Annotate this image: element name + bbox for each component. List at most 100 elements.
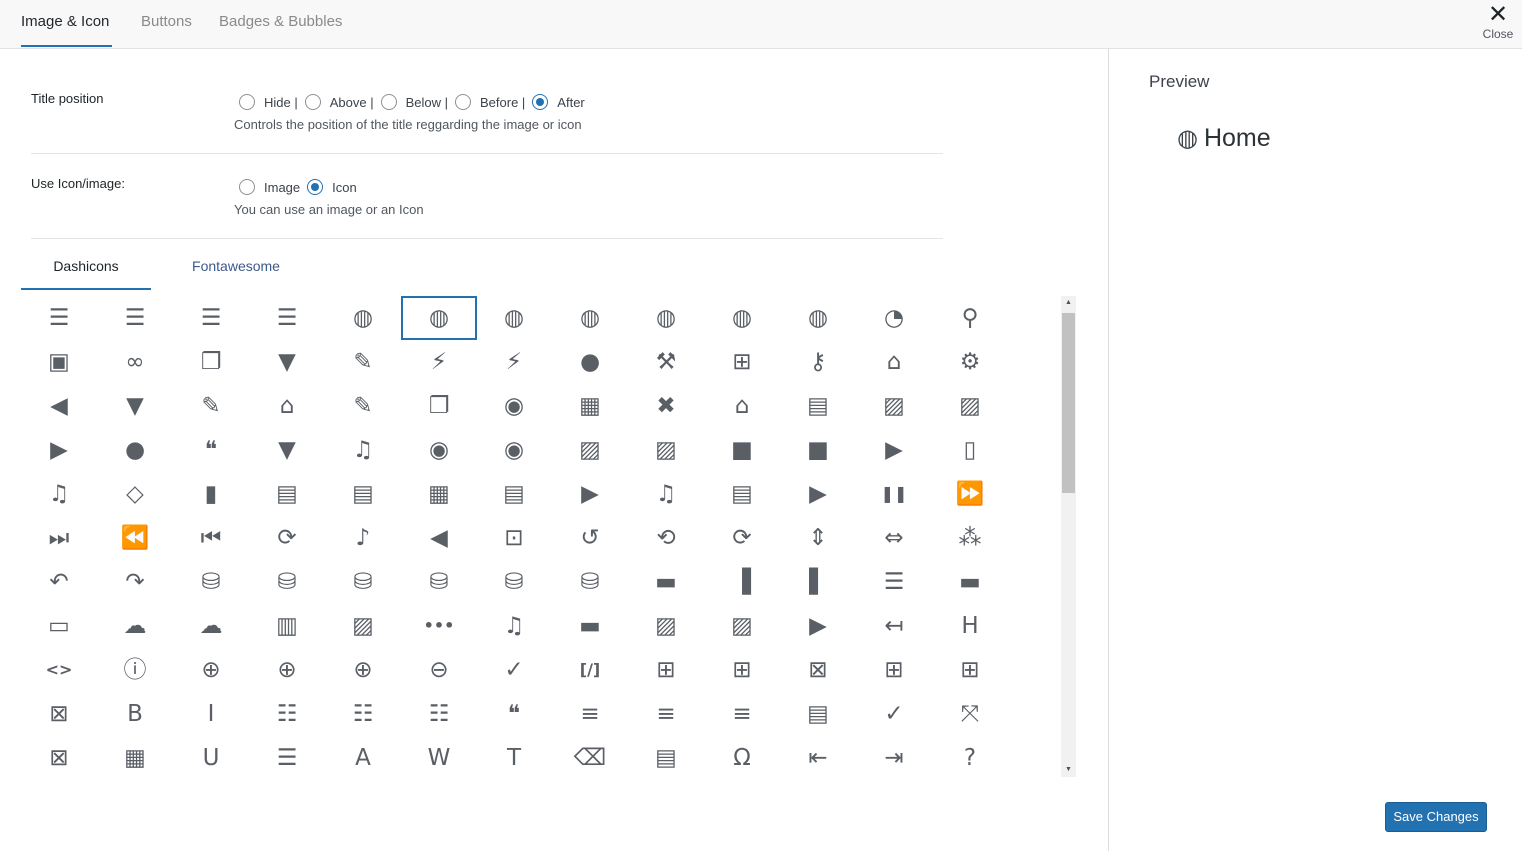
icon-cell[interactable]: ☰ bbox=[249, 296, 325, 340]
icon-cell[interactable]: ⚒ bbox=[628, 340, 704, 384]
icon-cell[interactable]: ◉ bbox=[476, 428, 552, 472]
icon-cell[interactable]: T bbox=[476, 736, 552, 778]
icon-cell[interactable]: ◍ bbox=[780, 296, 856, 340]
icon-cell[interactable]: ☁ bbox=[173, 604, 249, 648]
icon-cell[interactable]: ▨ bbox=[704, 604, 780, 648]
icon-cell[interactable]: ▨ bbox=[856, 384, 932, 428]
icon-cell[interactable]: A bbox=[325, 736, 401, 778]
icon-cell[interactable]: ↶ bbox=[21, 560, 97, 604]
icon-cell[interactable]: ◍ bbox=[325, 296, 401, 340]
icon-cell[interactable]: ⊖ bbox=[401, 648, 477, 692]
icon-cell[interactable]: ▥ bbox=[249, 604, 325, 648]
icon-cell[interactable]: ⏮ bbox=[173, 516, 249, 560]
icon-cell[interactable]: ▌ bbox=[780, 560, 856, 604]
icon-cell[interactable]: ♫ bbox=[325, 428, 401, 472]
icon-cell[interactable]: ≡ bbox=[704, 692, 780, 736]
icon-cell[interactable]: ••• bbox=[401, 604, 477, 648]
icon-cell[interactable]: ▣ bbox=[21, 340, 97, 384]
icon-cell[interactable]: ◍ bbox=[401, 296, 477, 340]
icon-cell[interactable]: ⤧ bbox=[932, 692, 1008, 736]
icon-cell[interactable]: <> bbox=[21, 648, 97, 692]
icon-cell[interactable]: ⟳ bbox=[249, 516, 325, 560]
radio-above[interactable] bbox=[304, 94, 321, 110]
icon-cell[interactable]: ◇ bbox=[97, 472, 173, 516]
scroll-up-arrow-icon[interactable]: ▲ bbox=[1061, 296, 1076, 310]
icon-cell[interactable]: ♫ bbox=[476, 604, 552, 648]
radio-after[interactable] bbox=[532, 94, 549, 110]
icon-cell[interactable]: ⊕ bbox=[249, 648, 325, 692]
icon-cell[interactable]: ✎ bbox=[325, 384, 401, 428]
save-changes-button[interactable]: Save Changes bbox=[1385, 802, 1487, 832]
icon-cell[interactable]: ☰ bbox=[21, 296, 97, 340]
scroll-down-arrow-icon[interactable]: ▼ bbox=[1061, 763, 1076, 777]
icon-cell[interactable]: ❝ bbox=[173, 428, 249, 472]
icon-cell[interactable]: ⌫ bbox=[552, 736, 628, 778]
icon-cell[interactable]: ✓ bbox=[476, 648, 552, 692]
icon-cell[interactable]: ✎ bbox=[173, 384, 249, 428]
icon-cell[interactable]: ◔ bbox=[856, 296, 932, 340]
icon-grid-scrollbar[interactable]: ▲ ▼ bbox=[1061, 296, 1076, 777]
scrollbar-thumb[interactable] bbox=[1062, 313, 1075, 493]
icon-cell[interactable]: ▤ bbox=[249, 472, 325, 516]
icon-cell[interactable]: ▤ bbox=[325, 472, 401, 516]
icon-cell[interactable]: ⌂ bbox=[249, 384, 325, 428]
icon-cell[interactable]: ⛁ bbox=[401, 560, 477, 604]
icon-cell[interactable]: ☰ bbox=[97, 296, 173, 340]
icon-cell[interactable]: ◀ bbox=[401, 516, 477, 560]
icon-cell[interactable]: ♫ bbox=[628, 472, 704, 516]
icon-cell[interactable]: ▨ bbox=[628, 604, 704, 648]
icon-cell[interactable]: ▮ bbox=[173, 472, 249, 516]
icon-cell[interactable]: ▨ bbox=[932, 384, 1008, 428]
icon-cell[interactable]: ▶ bbox=[780, 472, 856, 516]
icon-cell[interactable]: ▤ bbox=[476, 472, 552, 516]
icon-cell[interactable]: B bbox=[97, 692, 173, 736]
tab-badges-bubbles[interactable]: Badges & Bubbles bbox=[219, 0, 342, 47]
radio-below[interactable] bbox=[380, 94, 397, 110]
icon-cell[interactable]: ◀ bbox=[21, 384, 97, 428]
icon-cell[interactable]: ☷ bbox=[249, 692, 325, 736]
icon-cell[interactable]: ▦ bbox=[401, 472, 477, 516]
icon-cell[interactable]: ▦ bbox=[552, 384, 628, 428]
icon-cell[interactable]: ▨ bbox=[628, 428, 704, 472]
icon-cell[interactable]: ❐ bbox=[401, 384, 477, 428]
icon-cell[interactable]: ☁ bbox=[97, 604, 173, 648]
icon-cell[interactable]: ▤ bbox=[780, 384, 856, 428]
icon-cell[interactable]: ❐ bbox=[173, 340, 249, 384]
icon-cell[interactable]: ● bbox=[552, 340, 628, 384]
radio-icon[interactable] bbox=[307, 179, 324, 195]
icon-cell[interactable]: ◍ bbox=[552, 296, 628, 340]
icon-cell[interactable]: ◍ bbox=[476, 296, 552, 340]
icon-cell[interactable]: ❝ bbox=[476, 692, 552, 736]
icon-cell[interactable]: ? bbox=[932, 736, 1008, 778]
icon-cell[interactable]: ▤ bbox=[628, 736, 704, 778]
icon-cell[interactable]: ⏩ bbox=[932, 472, 1008, 516]
icon-cell[interactable]: ⁂ bbox=[932, 516, 1008, 560]
icon-cell[interactable]: ⊠ bbox=[21, 736, 97, 778]
tab-fontawesome[interactable]: Fontawesome bbox=[171, 258, 301, 290]
icon-cell[interactable]: ▬ bbox=[552, 604, 628, 648]
icon-cell[interactable]: ▶ bbox=[856, 428, 932, 472]
icon-cell[interactable]: ▼ bbox=[249, 428, 325, 472]
icon-cell[interactable]: H bbox=[932, 604, 1008, 648]
icon-cell[interactable]: ● bbox=[97, 428, 173, 472]
tab-image-icon[interactable]: Image & Icon bbox=[21, 0, 112, 47]
icon-cell[interactable]: ✎ bbox=[325, 340, 401, 384]
icon-cell[interactable]: ⊞ bbox=[856, 648, 932, 692]
icon-cell[interactable]: ≡ bbox=[552, 692, 628, 736]
icon-cell[interactable]: ↺ bbox=[552, 516, 628, 560]
icon-cell[interactable]: ⚷ bbox=[780, 340, 856, 384]
icon-cell[interactable]: ⊞ bbox=[704, 648, 780, 692]
icon-cell[interactable]: ⊞ bbox=[628, 648, 704, 692]
icon-cell[interactable]: ♪ bbox=[325, 516, 401, 560]
icon-cell[interactable]: ⌂ bbox=[704, 384, 780, 428]
icon-cell[interactable]: ☷ bbox=[401, 692, 477, 736]
icon-cell[interactable]: ⏪ bbox=[97, 516, 173, 560]
icon-cell[interactable]: ⟳ bbox=[704, 516, 780, 560]
icon-cell[interactable]: ≡ bbox=[628, 692, 704, 736]
radio-image[interactable] bbox=[239, 179, 255, 195]
icon-cell[interactable]: ⚡ bbox=[476, 340, 552, 384]
icon-cell[interactable]: ◍ bbox=[704, 296, 780, 340]
radio-before[interactable] bbox=[455, 94, 471, 110]
radio-hide[interactable] bbox=[239, 94, 255, 110]
icon-cell[interactable]: ■ bbox=[704, 428, 780, 472]
